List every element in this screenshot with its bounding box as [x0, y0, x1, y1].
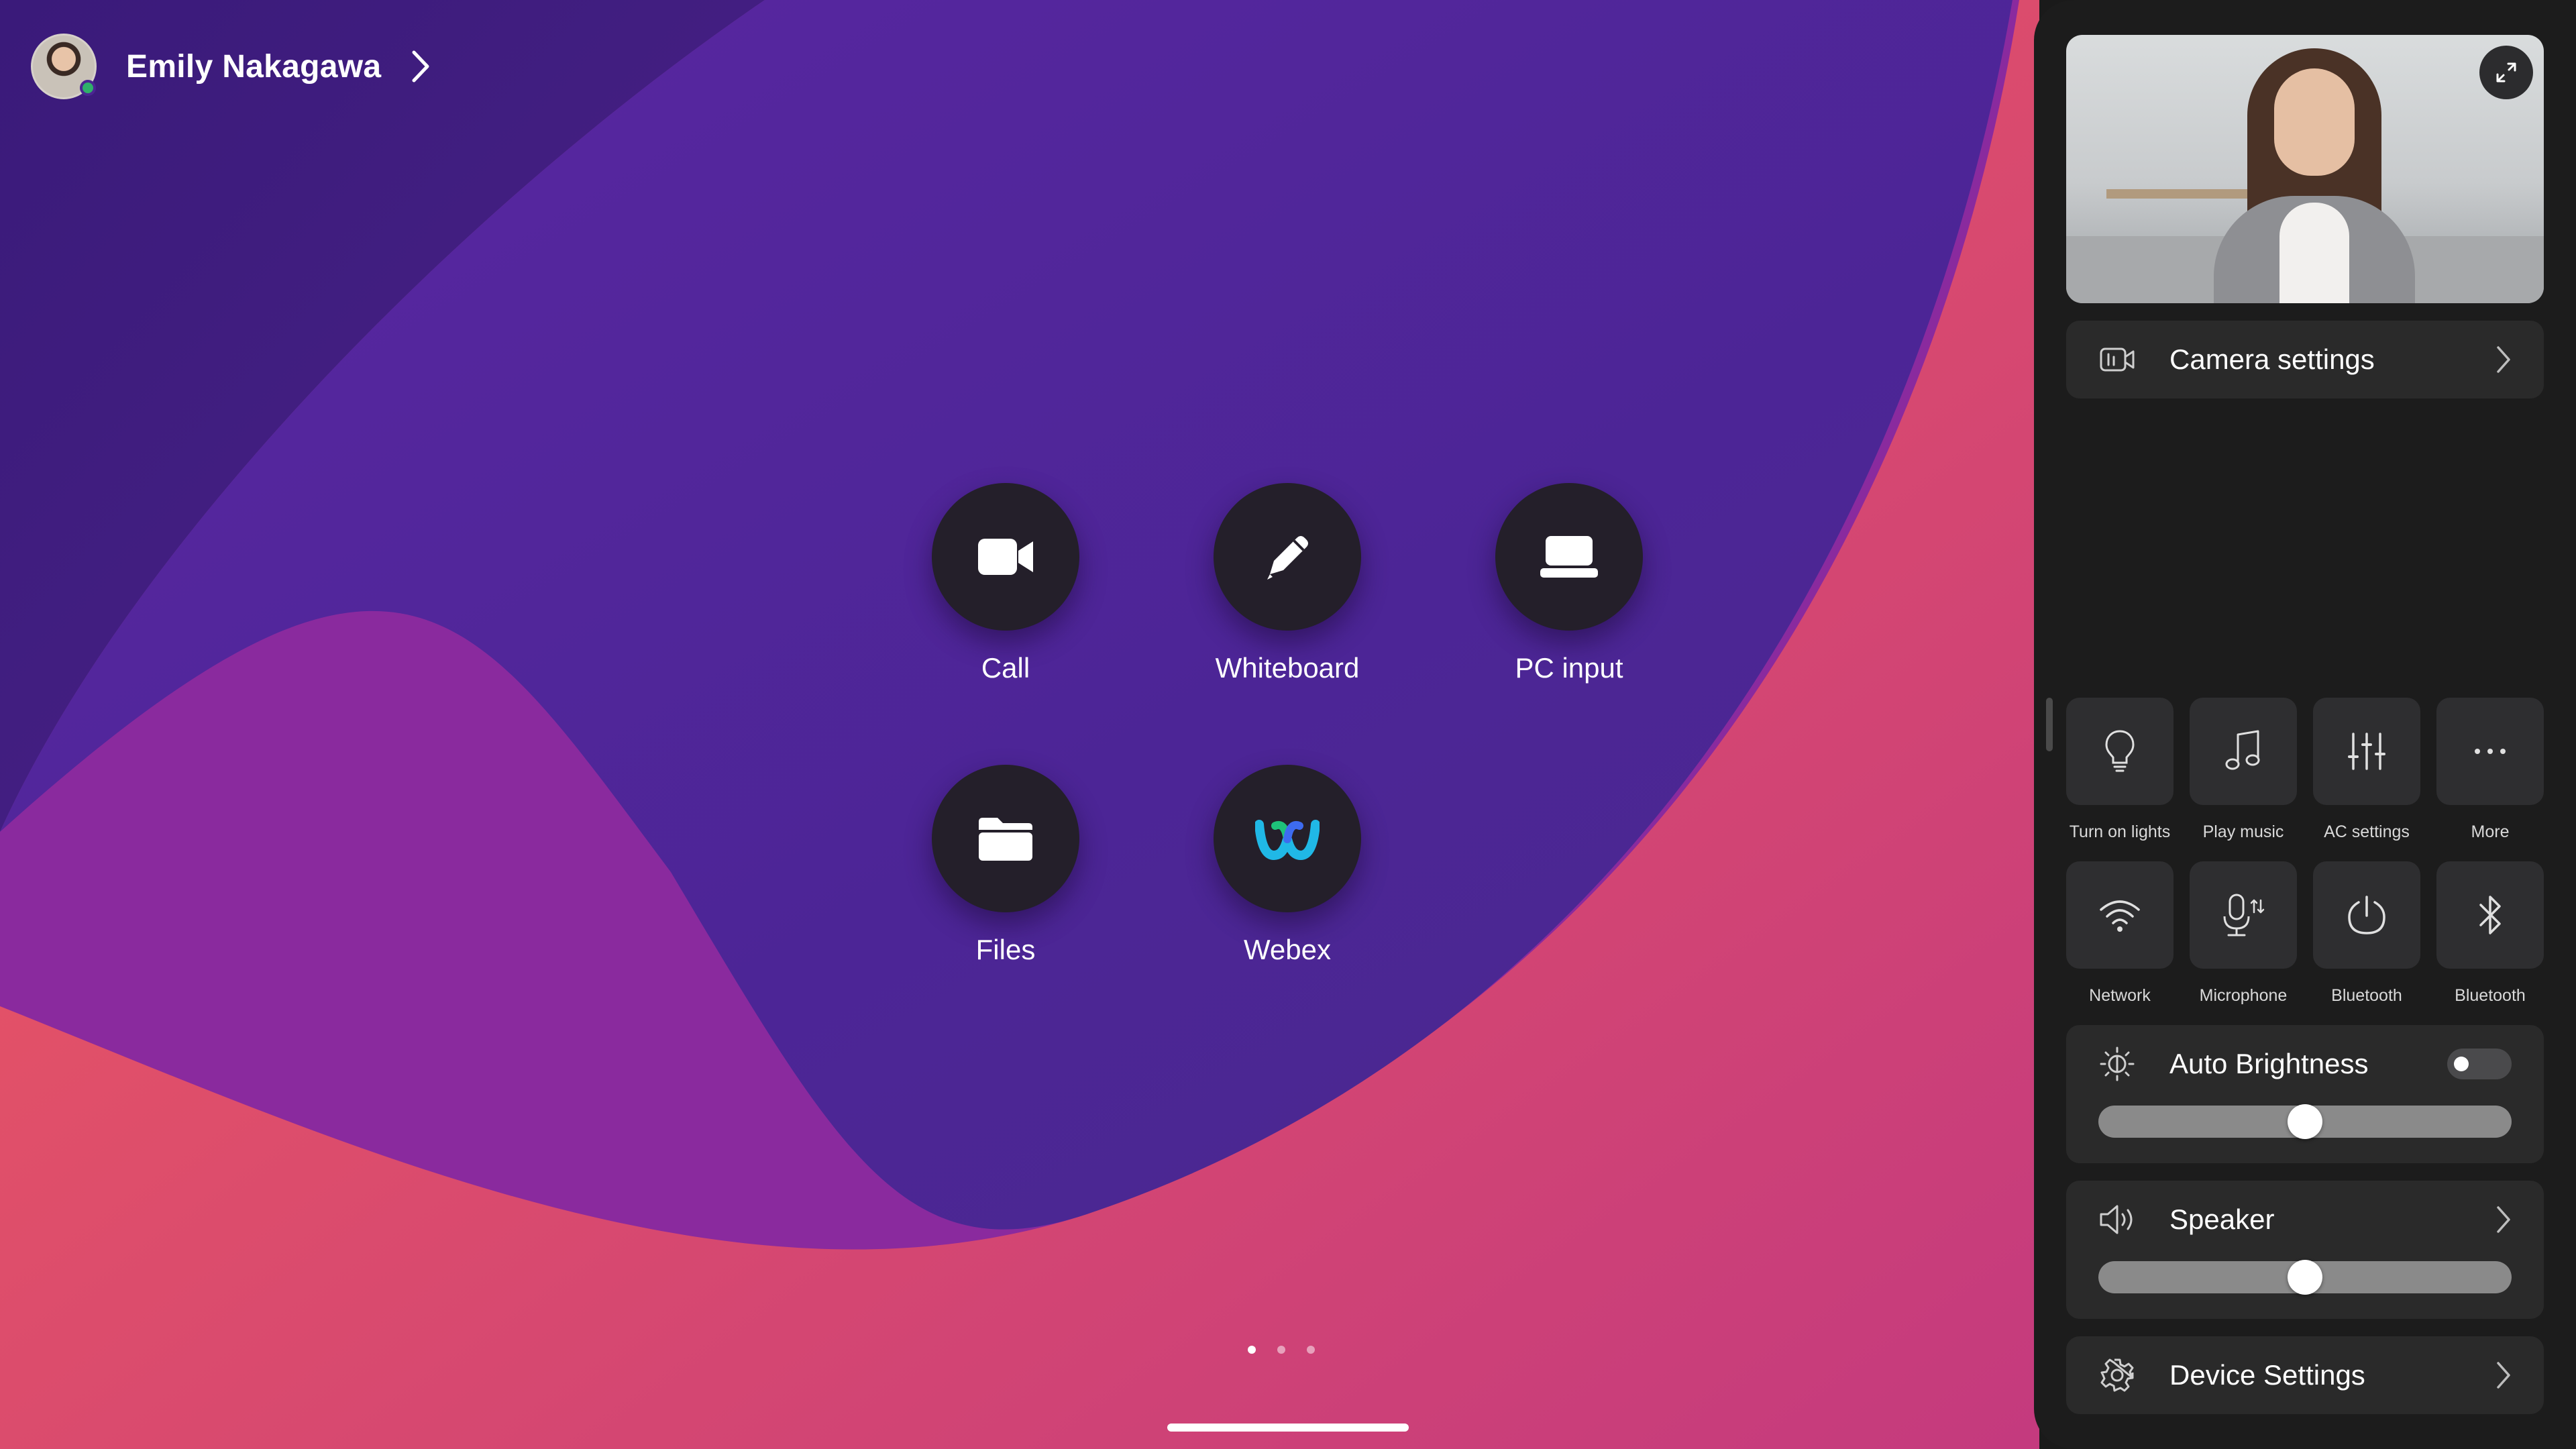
power-icon: [2348, 896, 2385, 934]
quick-action-tile[interactable]: [2066, 698, 2174, 805]
quick-action-tile[interactable]: [2066, 861, 2174, 969]
quick-action-microphone[interactable]: Microphone: [2190, 861, 2297, 1006]
quick-action-label: Microphone: [2199, 986, 2288, 1005]
app-label: PC input: [1515, 652, 1623, 684]
quick-action-label: Turn on lights: [2069, 822, 2171, 841]
app-whiteboard-button[interactable]: [1214, 483, 1361, 631]
brightness-label: Auto Brightness: [2169, 1048, 2369, 1079]
app-pc-input[interactable]: PC input: [1462, 483, 1676, 684]
background-shelf: [2106, 189, 2247, 199]
wallpaper: [0, 0, 2039, 1449]
quick-action-music[interactable]: Play music: [2190, 698, 2297, 842]
speaker-label: Speaker: [2169, 1203, 2275, 1235]
home-indicator[interactable]: [1167, 1424, 1409, 1432]
quick-action-label: Bluetooth: [2331, 986, 2402, 1005]
expand-button[interactable]: [2479, 46, 2533, 99]
slider-thumb[interactable]: [2288, 1104, 2322, 1139]
speaker-icon: [2098, 1201, 2136, 1238]
chevron-right-icon: [411, 50, 431, 83]
chevron-right-icon: [2496, 345, 2512, 374]
folder-icon: [979, 818, 1032, 861]
app-pc-input-button[interactable]: [1495, 483, 1643, 631]
quick-action-more[interactable]: More: [2436, 698, 2544, 842]
quick-action-tile[interactable]: [2436, 698, 2544, 805]
quick-action-lights[interactable]: Turn on lights: [2066, 698, 2174, 842]
quick-action-tile[interactable]: [2313, 861, 2420, 969]
brightness-card: Auto Brightness: [2066, 1025, 2544, 1163]
laptop-icon: [1540, 536, 1598, 578]
brightness-slider[interactable]: [2098, 1104, 2512, 1139]
gear-icon: [2098, 1356, 2136, 1394]
page-dot[interactable]: [1277, 1346, 1285, 1354]
user-name: Emily Nakagawa: [126, 48, 382, 85]
webex-logo-icon: [1255, 820, 1320, 861]
self-view-video: [2066, 35, 2544, 303]
user-header[interactable]: Emily Nakagawa: [31, 34, 431, 99]
app-call-button[interactable]: [932, 483, 1079, 631]
device-settings-row[interactable]: Device Settings: [2066, 1336, 2544, 1414]
chevron-right-icon: [2496, 1205, 2512, 1234]
wifi-icon: [2100, 900, 2140, 932]
expand-icon: [2496, 62, 2516, 83]
microphone-icon: [2223, 894, 2265, 936]
app-webex[interactable]: Webex: [1180, 765, 1395, 966]
speaker-row[interactable]: Speaker: [2066, 1181, 2544, 1258]
avatar: [31, 34, 97, 99]
page-indicator[interactable]: [1248, 1346, 1315, 1354]
speaker-volume-slider[interactable]: [2098, 1260, 2512, 1295]
quick-action-ac[interactable]: AC settings: [2313, 698, 2420, 842]
app-webex-button[interactable]: [1214, 765, 1361, 912]
presence-indicator: [80, 80, 96, 96]
more-dots-icon: [2475, 749, 2506, 754]
quick-action-label: Play music: [2202, 822, 2284, 841]
wallpaper-swirl: [0, 0, 2039, 1449]
toggle-knob: [2454, 1057, 2469, 1071]
quick-action-tile[interactable]: [2190, 698, 2297, 805]
app-files-button[interactable]: [932, 765, 1079, 912]
page-dot[interactable]: [1307, 1346, 1315, 1354]
chevron-right-icon: [2496, 1360, 2512, 1390]
device-settings-label: Device Settings: [2169, 1359, 2365, 1391]
app-label: Whiteboard: [1215, 652, 1360, 684]
music-note-icon: [2225, 730, 2260, 770]
person-face: [2274, 68, 2355, 176]
video-camera-icon: [978, 539, 1033, 575]
app-label: Files: [975, 934, 1036, 965]
app-call[interactable]: Call: [898, 483, 1113, 684]
app-label: Webex: [1244, 934, 1331, 965]
brightness-icon: [2098, 1045, 2136, 1083]
camera-settings-icon: [2098, 341, 2136, 378]
quick-action-label: Bluetooth: [2455, 986, 2526, 1005]
page-dot-active[interactable]: [1248, 1346, 1256, 1354]
quick-action-tile[interactable]: [2190, 861, 2297, 969]
quick-action-network[interactable]: Network: [2066, 861, 2174, 1006]
pencil-icon: [1267, 536, 1308, 580]
quick-action-tile[interactable]: [2313, 698, 2420, 805]
lightbulb-icon: [2105, 730, 2135, 772]
slider-thumb[interactable]: [2288, 1260, 2322, 1295]
panel-drag-handle[interactable]: [2046, 698, 2053, 751]
quick-action-label: More: [2471, 822, 2510, 841]
speaker-card: Speaker: [2066, 1181, 2544, 1319]
camera-settings-label: Camera settings: [2169, 343, 2375, 375]
app-label: Call: [981, 652, 1030, 684]
bluetooth-icon: [2479, 896, 2501, 934]
person-shirt: [2279, 203, 2349, 303]
quick-action-label: AC settings: [2324, 822, 2410, 841]
quick-action-tile[interactable]: [2436, 861, 2544, 969]
sliders-icon: [2348, 733, 2385, 770]
camera-settings-row[interactable]: Camera settings: [2066, 321, 2544, 398]
quick-action-power[interactable]: Bluetooth: [2313, 861, 2420, 1006]
quick-action-label: Network: [2089, 986, 2151, 1005]
app-whiteboard[interactable]: Whiteboard: [1180, 483, 1395, 684]
auto-brightness-toggle[interactable]: [2447, 1049, 2512, 1079]
quick-action-bluetooth[interactable]: Bluetooth: [2436, 861, 2544, 1006]
app-files[interactable]: Files: [898, 765, 1113, 966]
